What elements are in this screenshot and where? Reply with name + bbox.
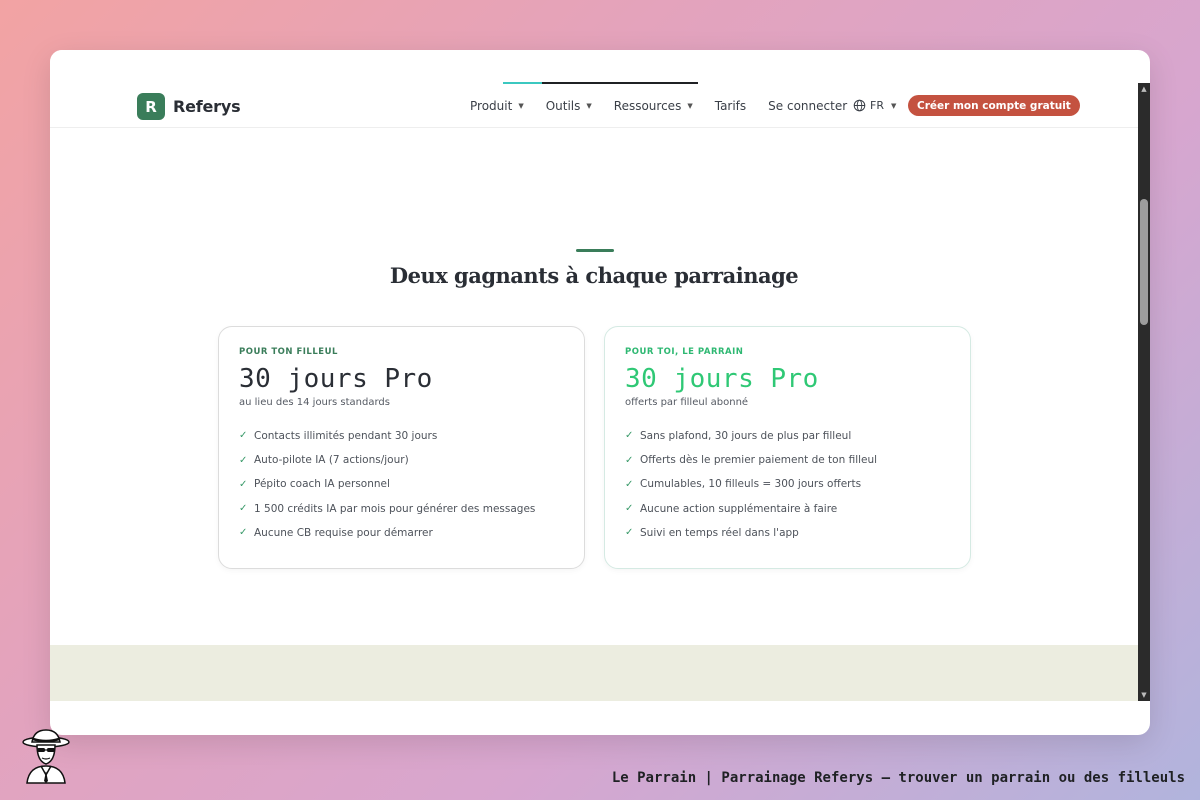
chevron-down-icon: ▼ bbox=[687, 102, 693, 110]
nav-item-label: Tarifs bbox=[714, 99, 747, 113]
nav-item-tarifs[interactable]: Tarifs bbox=[715, 99, 746, 113]
language-label: FR bbox=[870, 99, 884, 112]
parrain-card: POUR TOI, LE PARRAIN 30 jours Pro offert… bbox=[604, 326, 971, 569]
section-title: Deux gagnants à chaque parrainage bbox=[389, 263, 799, 288]
list-item: ✓ Aucune CB requise pour démarrer bbox=[239, 521, 564, 545]
nav-item-label: Produit bbox=[470, 99, 513, 113]
nav-item-label: Outils bbox=[545, 99, 581, 113]
list-item: ✓ Offerts dès le premier paiement de ton … bbox=[625, 448, 950, 472]
card-headline: 30 jours Pro bbox=[625, 364, 819, 394]
nav-item-outils[interactable]: Outils ▼ bbox=[546, 99, 592, 113]
login-link[interactable]: Se connecter bbox=[768, 99, 847, 113]
list-item: ✓ Auto-pilote IA (7 actions/jour) bbox=[239, 448, 564, 472]
language-selector[interactable]: FR ▼ bbox=[853, 99, 896, 112]
list-item: ✓ Suivi en temps réel dans l'app bbox=[625, 521, 950, 545]
list-item: ✓ 1 500 crédits IA par mois pour générer … bbox=[239, 496, 564, 520]
feature-text: Contacts illimités pendant 30 jours bbox=[254, 429, 438, 442]
chevron-down-icon: ▼ bbox=[586, 102, 592, 110]
page-progress-bar bbox=[503, 82, 698, 84]
list-item: ✓ Sans plafond, 30 jours de plus par fill… bbox=[625, 424, 950, 448]
login-link-label: Se connecter bbox=[768, 99, 848, 113]
chevron-down-icon: ▼ bbox=[518, 102, 524, 110]
globe-icon bbox=[853, 99, 866, 112]
check-icon: ✓ bbox=[625, 527, 634, 539]
list-item: ✓ Aucune action supplémentaire à faire bbox=[625, 496, 950, 520]
list-item: ✓ Cumulables, 10 filleuls = 300 jours off… bbox=[625, 472, 950, 496]
feature-text: Suivi en temps réel dans l'app bbox=[640, 526, 799, 539]
nav-item-ressources[interactable]: Ressources ▼ bbox=[614, 99, 693, 113]
check-icon: ✓ bbox=[239, 527, 248, 539]
check-icon: ✓ bbox=[625, 454, 634, 466]
site-header: R Referys Produit ▼ Outils ▼ Ressources … bbox=[50, 50, 1138, 128]
feature-text: Aucune action supplémentaire à faire bbox=[640, 502, 838, 515]
title-accent-line bbox=[576, 249, 614, 252]
card-subtitle: offerts par filleul abonné bbox=[625, 396, 749, 408]
page-progress-fill bbox=[503, 82, 542, 84]
list-item: ✓ Pépito coach IA personnel bbox=[239, 472, 564, 496]
feature-text: Pépito coach IA personnel bbox=[254, 478, 390, 491]
feature-text: 1 500 crédits IA par mois pour générer d… bbox=[254, 502, 536, 515]
brand-logo[interactable]: R Referys bbox=[137, 93, 241, 120]
brand-logo-mark: R bbox=[137, 93, 165, 120]
feature-text: Sans plafond, 30 jours de plus par fille… bbox=[640, 429, 852, 442]
check-icon: ✓ bbox=[239, 430, 248, 442]
card-subtitle: au lieu des 14 jours standards bbox=[239, 396, 390, 408]
card-label: POUR TOI, LE PARRAIN bbox=[625, 347, 744, 357]
main-nav: Produit ▼ Outils ▼ Ressources ▼ Tarifs S… bbox=[470, 99, 869, 113]
vertical-scrollbar[interactable]: ▲ ▼ bbox=[1138, 83, 1150, 701]
next-section-band bbox=[50, 645, 1138, 701]
feature-text: Offerts dès le premier paiement de ton f… bbox=[640, 454, 878, 467]
chevron-down-icon: ▼ bbox=[890, 101, 897, 110]
check-icon: ✓ bbox=[239, 503, 248, 515]
scroll-down-arrow-icon[interactable]: ▼ bbox=[1138, 689, 1150, 701]
nav-item-produit[interactable]: Produit ▼ bbox=[470, 99, 524, 113]
feature-text: Cumulables, 10 filleuls = 300 jours offe… bbox=[640, 478, 862, 491]
brand-name: Referys bbox=[173, 97, 241, 116]
card-label: POUR TON FILLEUL bbox=[239, 347, 338, 357]
feature-text: Aucune CB requise pour démarrer bbox=[254, 526, 433, 539]
feature-list: ✓ Sans plafond, 30 jours de plus par fill… bbox=[625, 424, 950, 545]
feature-list: ✓ Contacts illimités pendant 30 jours ✓ Au… bbox=[239, 424, 564, 545]
feature-text: Auto-pilote IA (7 actions/jour) bbox=[254, 454, 409, 467]
card-headline: 30 jours Pro bbox=[239, 364, 433, 394]
check-icon: ✓ bbox=[625, 503, 634, 515]
list-item: ✓ Contacts illimités pendant 30 jours bbox=[239, 424, 564, 448]
check-icon: ✓ bbox=[239, 478, 248, 490]
check-icon: ✓ bbox=[625, 478, 634, 490]
filleul-card: POUR TON FILLEUL 30 jours Pro au lieu de… bbox=[218, 326, 585, 569]
check-icon: ✓ bbox=[625, 430, 634, 442]
signup-button[interactable]: Créer mon compte gratuit bbox=[908, 95, 1080, 116]
scroll-up-arrow-icon[interactable]: ▲ bbox=[1138, 83, 1150, 95]
nav-item-label: Ressources bbox=[613, 99, 682, 113]
browser-window: R Referys Produit ▼ Outils ▼ Ressources … bbox=[50, 50, 1150, 735]
page-caption: Le Parrain | Parrainage Referys — trouve… bbox=[611, 770, 1185, 786]
scrollbar-thumb[interactable] bbox=[1140, 199, 1148, 325]
check-icon: ✓ bbox=[239, 454, 248, 466]
mafioso-logo-icon bbox=[22, 729, 70, 784]
